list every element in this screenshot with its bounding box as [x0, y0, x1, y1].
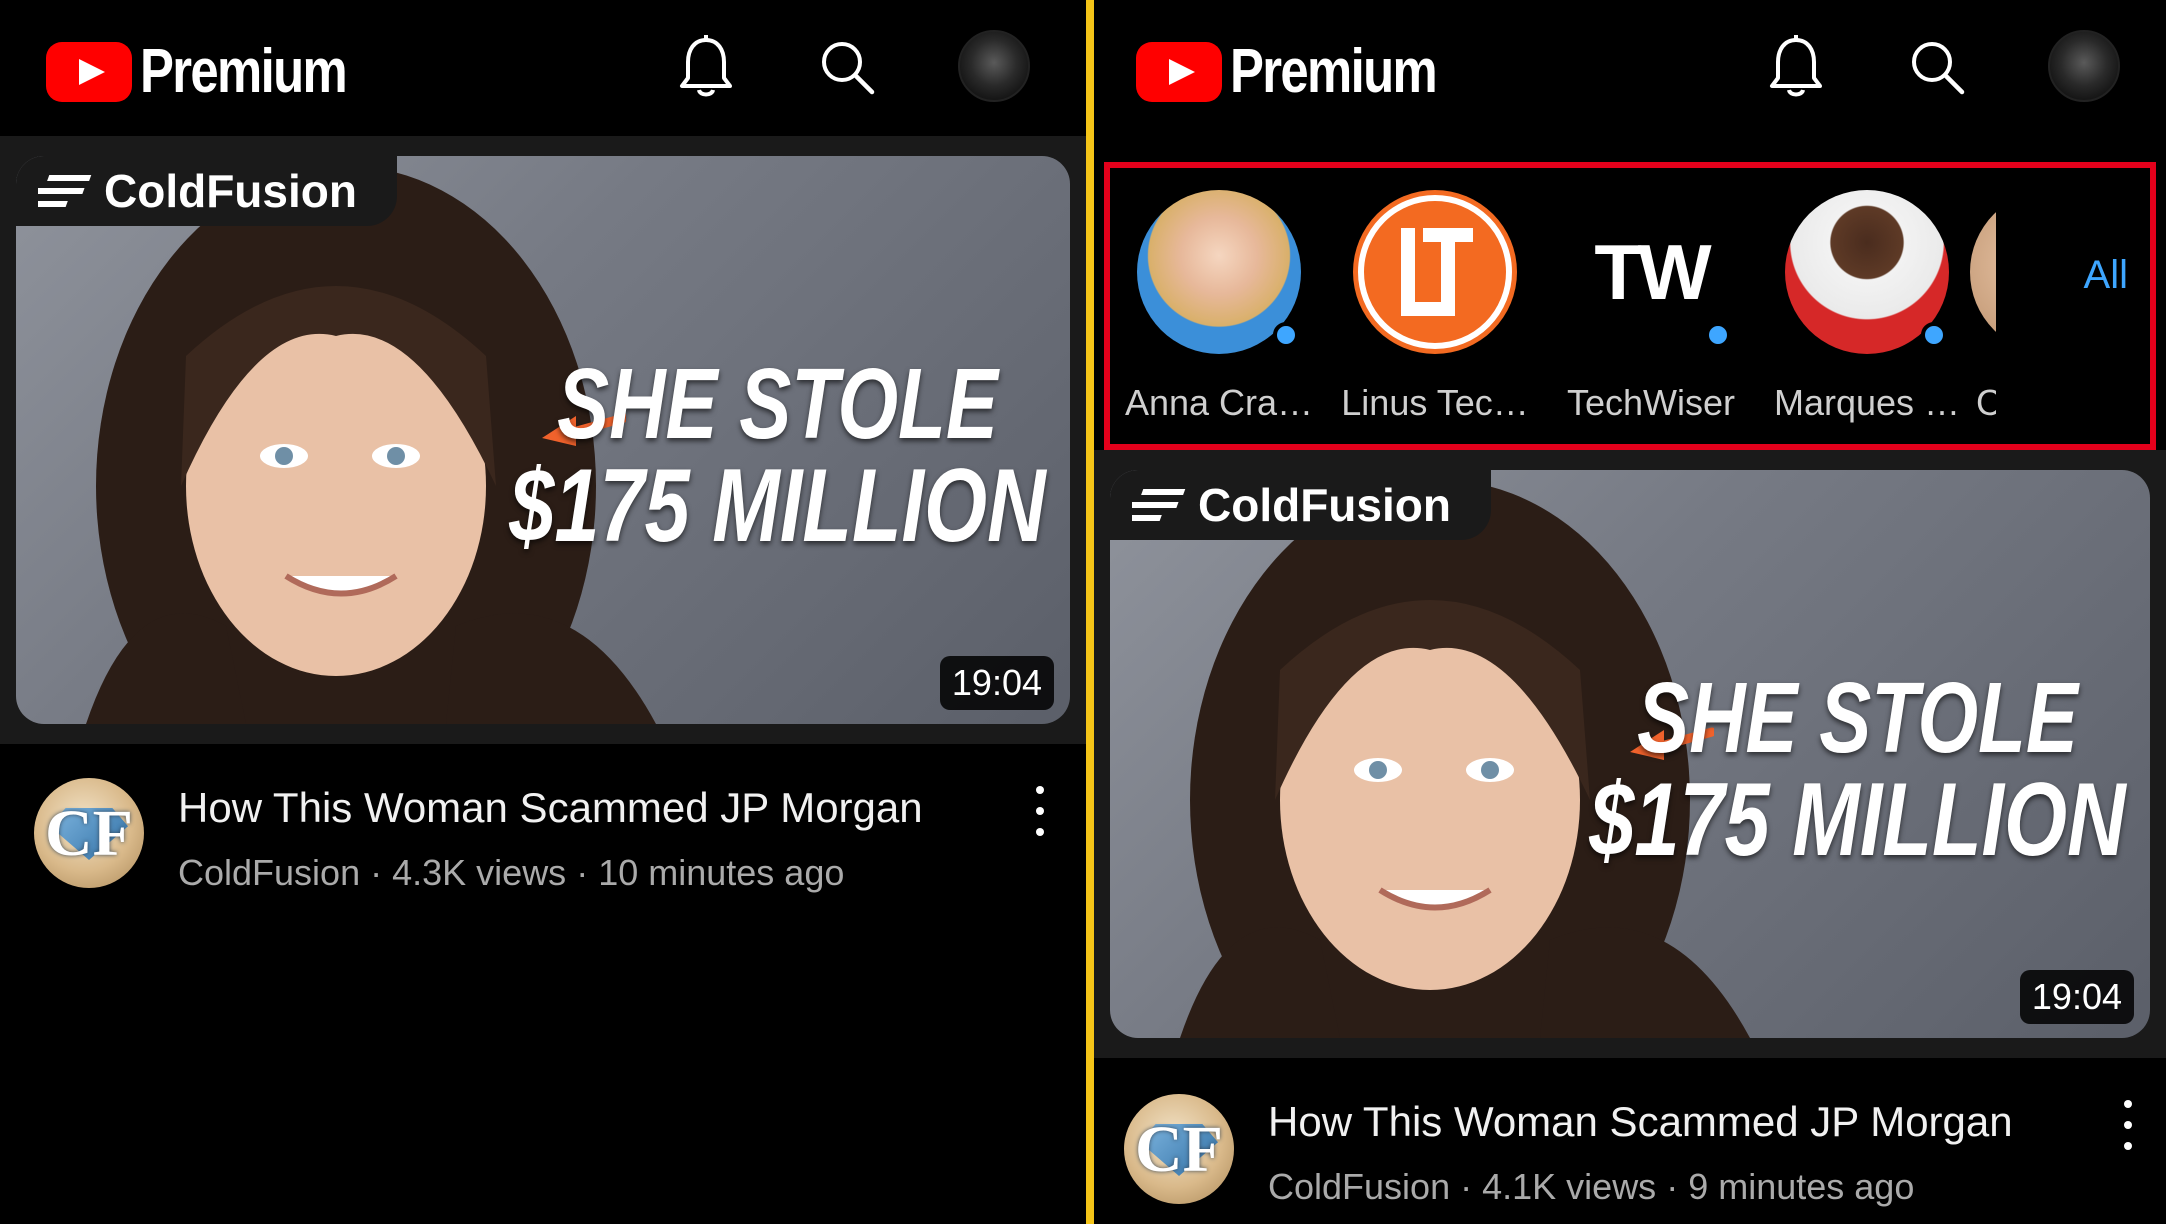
search-icon[interactable]: [1908, 34, 1968, 100]
video-thumbnail-area[interactable]: ColdFusion SHE STOLE $175 MILLION 19:04: [0, 136, 1086, 744]
channel-watermark-label: ColdFusion: [1198, 479, 1451, 531]
video-title[interactable]: How This Woman Scammed JP Morgan: [1268, 1098, 2013, 1146]
thumbnail-headline: SHE STOLE $175 MILLION: [510, 354, 1046, 558]
subscription-channel[interactable]: TW TechWiser: [1556, 190, 1746, 423]
view-count: 4.3K views: [392, 852, 567, 893]
view-count: 4.1K views: [1482, 1166, 1657, 1207]
channel-avatar-text: CF: [45, 797, 133, 870]
channel-avatar: [1353, 190, 1517, 354]
thumbnail-headline: SHE STOLE $175 MILLION: [1590, 668, 2126, 872]
new-content-dot: [1273, 322, 1299, 348]
video-subtitle: ColdFusion · 4.1K views · 9 minutes ago: [1268, 1166, 1914, 1208]
subscription-channel[interactable]: Linus Tec…: [1340, 190, 1530, 423]
youtube-premium-logo[interactable]: Premium: [46, 36, 391, 107]
separator-dot: ·: [370, 852, 393, 893]
channel-avatar: [1137, 190, 1301, 354]
bell-icon[interactable]: [1766, 34, 1826, 100]
channel-name[interactable]: ColdFusion: [1268, 1166, 1450, 1207]
channel-watermark: ColdFusion: [16, 156, 397, 226]
search-icon[interactable]: [818, 34, 878, 100]
video-thumbnail-area[interactable]: ColdFusion SHE STOLE $175 MILLION 19:04: [1094, 450, 2166, 1058]
right-screenshot: Premium Anna Cra… Linus Tec… TW TechWise…: [1094, 0, 2166, 1224]
bell-icon[interactable]: [676, 34, 736, 100]
tw-logo-text: TW: [1594, 227, 1711, 316]
channel-watermark: ColdFusion: [1110, 470, 1491, 540]
video-thumbnail[interactable]: ColdFusion SHE STOLE $175 MILLION 19:04: [16, 156, 1070, 724]
separator-dot: ·: [1666, 1166, 1689, 1207]
video-meta[interactable]: CF How This Woman Scammed JP Morgan Cold…: [1094, 1058, 2166, 1224]
channel-watermark-label: ColdFusion: [104, 165, 357, 217]
app-header: Premium: [1094, 0, 2166, 136]
channel-avatar: [1970, 190, 1996, 354]
thumbnail-headline-line2: $175 MILLION: [1589, 762, 2126, 878]
video-subtitle: ColdFusion · 4.3K views · 10 minutes ago: [178, 852, 844, 894]
account-avatar[interactable]: [958, 30, 1030, 102]
channel-avatar[interactable]: CF: [34, 778, 144, 888]
channel-avatar: [1785, 190, 1949, 354]
upload-age: 10 minutes ago: [598, 852, 845, 893]
channel-avatar: TW: [1569, 190, 1733, 354]
coldfusion-logo-icon: [1132, 489, 1186, 521]
left-screenshot: Premium ColdFusion SHE STOLE $175 MILLIO…: [0, 0, 1086, 1224]
more-options-icon[interactable]: [1030, 786, 1050, 836]
channel-avatar[interactable]: CF: [1124, 1094, 1234, 1204]
panel-divider: [1086, 0, 1094, 1224]
app-header: Premium: [0, 0, 1086, 136]
coldfusion-logo-icon: [38, 175, 92, 207]
video-meta[interactable]: CF How This Woman Scammed JP Morgan Cold…: [0, 744, 1086, 944]
all-subscriptions-button[interactable]: All: [2084, 253, 2128, 298]
separator-dot: ·: [1460, 1166, 1483, 1207]
subscription-channel-name: Anna Cra…: [1124, 382, 1314, 423]
new-content-dot: [1921, 322, 1947, 348]
channel-name[interactable]: ColdFusion: [178, 852, 360, 893]
subscriptions-strip: Anna Cra… Linus Tec… TW TechWiser Marque…: [1104, 162, 2156, 450]
youtube-premium-logo[interactable]: Premium: [1136, 36, 1481, 107]
video-thumbnail[interactable]: ColdFusion SHE STOLE $175 MILLION 19:04: [1110, 470, 2150, 1038]
new-content-dot: [1705, 322, 1731, 348]
thumbnail-headline-line1: SHE STOLE: [557, 348, 999, 460]
thumbnail-headline-line1: SHE STOLE: [1637, 662, 2079, 774]
account-avatar[interactable]: [2048, 30, 2120, 102]
thumbnail-headline-line2: $175 MILLION: [509, 448, 1046, 564]
video-title[interactable]: How This Woman Scammed JP Morgan: [178, 784, 923, 832]
subscription-channel-partial[interactable]: C: [1970, 190, 1996, 430]
video-duration: 19:04: [2019, 970, 2134, 1024]
subscription-channel-name: TechWiser: [1566, 382, 1736, 423]
brand-label: Premium: [140, 37, 348, 106]
ltt-logo-icon: [1358, 195, 1512, 349]
upload-age: 9 minutes ago: [1688, 1166, 1915, 1207]
youtube-play-icon: [1136, 41, 1222, 102]
youtube-play-icon: [46, 41, 132, 102]
subscription-channel-name: Marques …: [1773, 382, 1961, 423]
subscription-channel-name: Linus Tec…: [1341, 382, 1529, 423]
subscription-channel[interactable]: Anna Cra…: [1124, 190, 1314, 423]
subscription-channel[interactable]: Marques …: [1772, 190, 1962, 423]
brand-label: Premium: [1230, 37, 1438, 106]
more-options-icon[interactable]: [2118, 1100, 2138, 1150]
separator-dot: ·: [576, 852, 599, 893]
subscription-channel-name: C: [1976, 382, 1996, 423]
channel-avatar-text: CF: [1135, 1113, 1223, 1186]
video-duration: 19:04: [939, 656, 1054, 710]
